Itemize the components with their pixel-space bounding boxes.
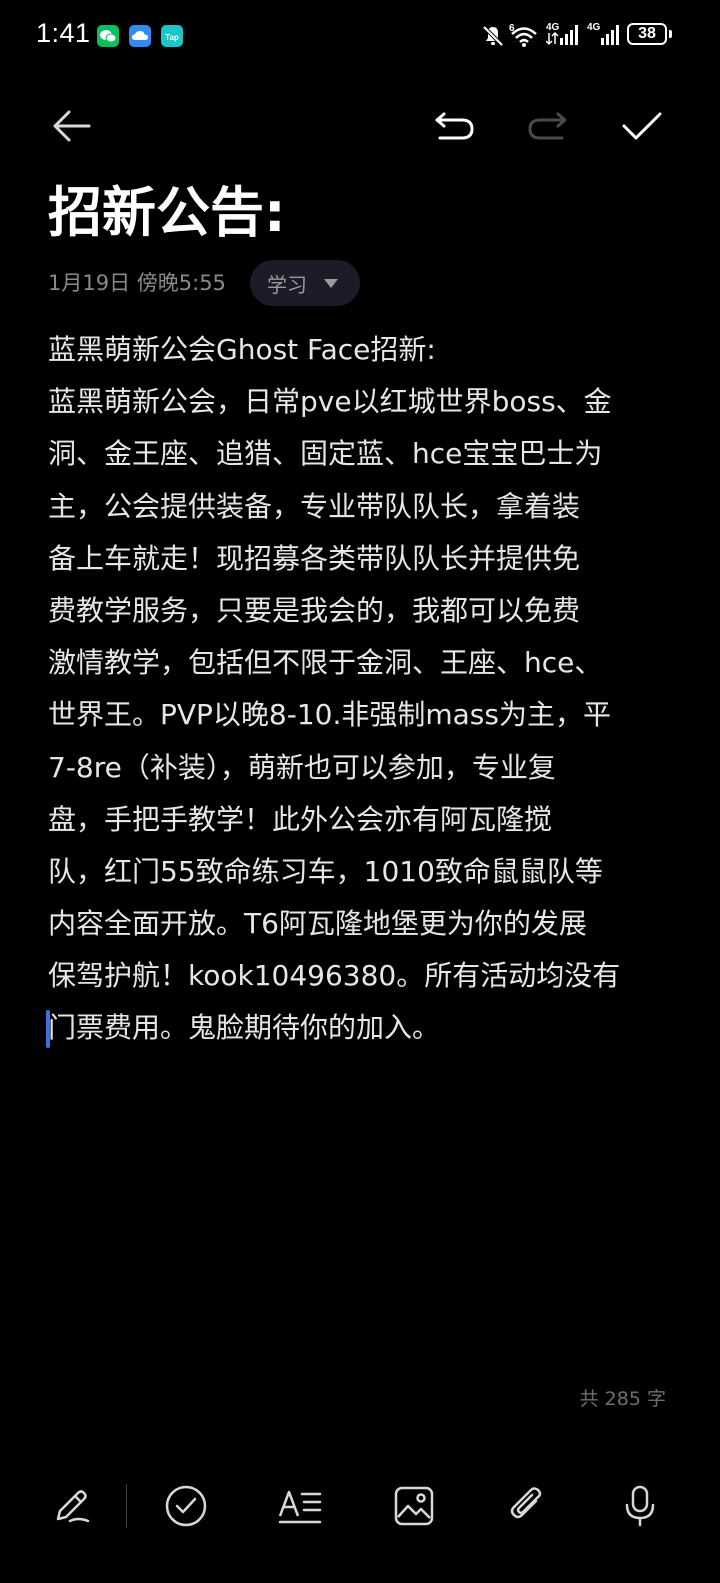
signal-1-label: 4G bbox=[546, 22, 560, 33]
redo-icon bbox=[528, 112, 567, 140]
confirm-button[interactable] bbox=[614, 98, 670, 154]
microphone-icon bbox=[625, 1485, 655, 1527]
taptap-icon: Tap bbox=[161, 25, 183, 47]
checklist-icon bbox=[165, 1485, 207, 1527]
note-line: 世界王。PVP以晚8-10.非强制mass为主，平 bbox=[48, 698, 611, 732]
note-line: 盘，手把手教学！此外公会亦有阿瓦隆搅 bbox=[48, 802, 553, 836]
status-bar: 1:41 Tap 6 4G 4G 38 bbox=[0, 0, 720, 72]
taptap-icon-label: Tap bbox=[165, 33, 179, 42]
bottom-toolbar bbox=[0, 1470, 720, 1540]
note-line: 主，公会提供装备，专业带队队长，拿着装 bbox=[48, 489, 581, 523]
attachment-icon bbox=[510, 1487, 542, 1519]
toolbar-divider bbox=[126, 1484, 127, 1528]
pen-icon bbox=[56, 1490, 90, 1523]
microphone-button[interactable] bbox=[612, 1478, 668, 1534]
note-line: 洞、金王座、追猎、固定蓝、hce宝宝巴士为 bbox=[48, 437, 603, 471]
undo-button[interactable] bbox=[426, 98, 482, 154]
pen-button[interactable] bbox=[43, 1478, 99, 1534]
attachment-button[interactable] bbox=[499, 1478, 555, 1534]
status-time: 1:41 bbox=[36, 18, 91, 48]
note-line: 队，红门55致命练习车，1010致命鼠鼠队等 bbox=[48, 854, 603, 888]
category-selector[interactable]: 学习 bbox=[250, 260, 360, 306]
redo-button[interactable] bbox=[520, 98, 576, 154]
note-line: 保驾护航！kook10496380。所有活动均没有 bbox=[48, 959, 621, 993]
mute-bell-icon bbox=[481, 24, 505, 48]
note-line: 内容全面开放。T6阿瓦隆地堡更为你的发展 bbox=[48, 907, 587, 941]
signal-1-icon: 4G bbox=[545, 20, 580, 48]
wechat-icon bbox=[97, 25, 119, 47]
note-line: 7-8re（补装），萌新也可以参加，专业复 bbox=[48, 750, 556, 784]
note-body[interactable]: 蓝黑萌新公会Ghost Face招新: 蓝黑萌新公会，日常pve以红城世界bos… bbox=[48, 324, 672, 1055]
image-button[interactable] bbox=[386, 1478, 442, 1534]
category-label: 学习 bbox=[267, 272, 307, 297]
text-cursor bbox=[46, 1010, 50, 1048]
battery-indicator: 38 bbox=[627, 23, 667, 45]
note-title[interactable]: 招新公告: bbox=[48, 178, 286, 248]
text-format-button[interactable] bbox=[272, 1478, 328, 1534]
battery-tip bbox=[669, 30, 672, 38]
note-line: 门票费用。鬼脸期待你的加入。 bbox=[48, 1011, 441, 1045]
note-line: 激情教学，包括但不限于金洞、王座、hce、 bbox=[48, 646, 603, 680]
arrow-left-icon bbox=[53, 110, 91, 142]
note-line: 备上车就走！现招募各类带队队长并提供免 bbox=[48, 541, 581, 575]
checklist-button[interactable] bbox=[158, 1478, 214, 1534]
signal-2-label: 4G bbox=[587, 22, 601, 33]
wifi-icon: 6 bbox=[508, 20, 540, 48]
cloud-icon bbox=[129, 25, 151, 47]
note-date: 1月19日 傍晚5:55 bbox=[48, 271, 226, 295]
image-icon bbox=[394, 1486, 434, 1526]
check-icon bbox=[622, 112, 662, 140]
word-count: 共 285 字 bbox=[579, 1388, 666, 1410]
note-line: 蓝黑萌新公会Ghost Face招新: bbox=[48, 333, 436, 366]
note-line: 蓝黑萌新公会，日常pve以红城世界boss、金 bbox=[48, 385, 612, 419]
undo-icon bbox=[435, 112, 474, 140]
caret-down-icon bbox=[324, 278, 338, 288]
back-button[interactable] bbox=[43, 98, 99, 154]
signal-2-icon: 4G bbox=[587, 20, 621, 48]
note-line: 费教学服务，只要是我会的，我都可以免费 bbox=[48, 593, 581, 627]
text-format-icon bbox=[278, 1490, 322, 1524]
